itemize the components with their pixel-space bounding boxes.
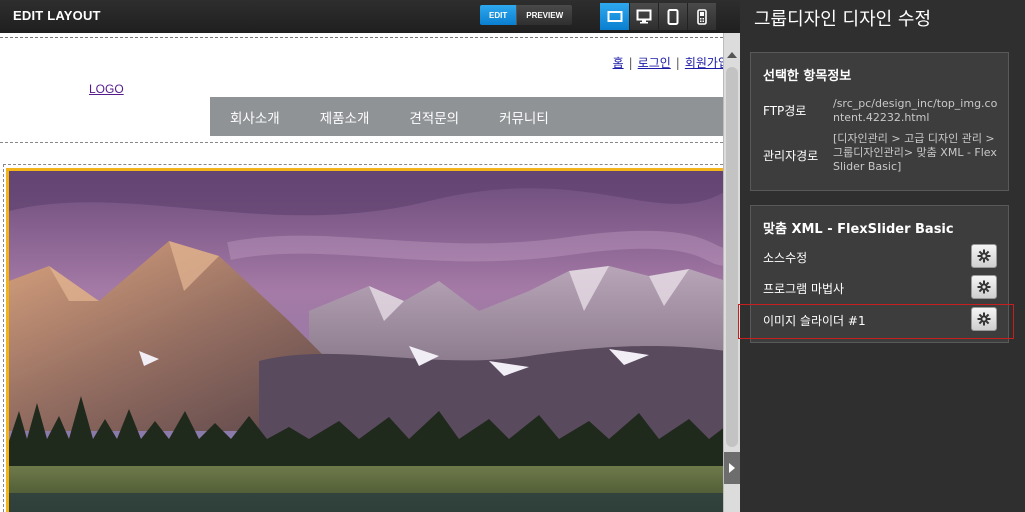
scroll-up-arrow-icon[interactable] bbox=[724, 47, 740, 63]
nav-item-products[interactable]: 제품소개 bbox=[300, 107, 370, 127]
ftp-path-label: FTP경로 bbox=[763, 104, 807, 118]
page-canvas: 홈 | 로그인 | 회원가입 LOGO 회사소개 제품소개 견적문의 커뮤니티 bbox=[0, 33, 723, 512]
mode-switch: EDIT PREVIEW bbox=[480, 5, 573, 25]
site-logo[interactable]: LOGO bbox=[89, 82, 124, 96]
nav-item-community[interactable]: 커뮤니티 bbox=[479, 107, 549, 127]
program-wizard-label: 프로그램 마법사 bbox=[763, 282, 845, 296]
link-separator: | bbox=[675, 56, 680, 70]
link-separator: | bbox=[628, 56, 633, 70]
admin-path-value: [디자인관리 > 고급 디자인 관리 > 그룹디자인관리> 맞춤 XML - F… bbox=[833, 132, 997, 173]
top-links: 홈 | 로그인 | 회원가입 bbox=[613, 54, 723, 71]
mountain-landscape-image bbox=[9, 171, 723, 512]
info-box-title: 선택한 항목정보 bbox=[763, 69, 852, 84]
panel-title: 그룹디자인 디자인 수정 bbox=[754, 9, 932, 30]
monitor-wide-icon[interactable] bbox=[600, 3, 629, 30]
home-link[interactable]: 홈 bbox=[613, 56, 624, 70]
nav-item-company[interactable]: 회사소개 bbox=[210, 107, 280, 127]
source-edit-gear-button[interactable] bbox=[971, 244, 997, 268]
selected-row-highlight bbox=[738, 304, 1014, 339]
desktop-icon[interactable] bbox=[629, 3, 658, 30]
panel-toggle-arrow-icon[interactable] bbox=[724, 452, 740, 484]
site-nav: 회사소개 제품소개 견적문의 커뮤니티 bbox=[210, 97, 723, 136]
gear-icon bbox=[977, 249, 991, 263]
edit-mode-button[interactable]: EDIT bbox=[480, 5, 517, 25]
source-edit-label: 소스수정 bbox=[763, 251, 808, 265]
edit-layout-screen: EDIT LAYOUT EDIT PREVIEW 홈|로그인|회원가입 LOG bbox=[0, 0, 1025, 512]
preview-mode-button[interactable]: PREVIEW bbox=[516, 5, 573, 25]
device-switch bbox=[600, 3, 716, 30]
program-wizard-gear-button[interactable] bbox=[971, 275, 997, 299]
nav-item-quote[interactable]: 견적문의 bbox=[389, 107, 459, 127]
mobile-icon[interactable] bbox=[687, 3, 716, 30]
scroll-thumb[interactable] bbox=[726, 67, 738, 447]
login-link[interactable]: 로그인 bbox=[638, 56, 671, 70]
header-bottom-divider bbox=[0, 142, 723, 143]
design-edit-panel: 그룹디자인 디자인 수정 선택한 항목정보 FTP경로 /src_pc/desi… bbox=[740, 0, 1025, 512]
header-top-divider bbox=[0, 37, 723, 38]
image-slider[interactable] bbox=[6, 168, 723, 512]
editor-title: EDIT LAYOUT bbox=[13, 8, 101, 23]
signup-link[interactable]: 회원가입 bbox=[685, 56, 723, 70]
top-toolbar: EDIT LAYOUT EDIT PREVIEW bbox=[0, 0, 740, 33]
gear-icon bbox=[977, 280, 991, 294]
tablet-icon[interactable] bbox=[658, 3, 687, 30]
ftp-path-value: /src_pc/design_inc/top_img.content.42232… bbox=[833, 97, 998, 124]
selected-item-info-box: 선택한 항목정보 FTP경로 /src_pc/design_inc/top_im… bbox=[750, 52, 1009, 191]
canvas-scrollbar[interactable] bbox=[723, 33, 740, 512]
xml-box-title: 맞춤 XML - FlexSlider Basic bbox=[763, 222, 954, 237]
admin-path-label: 관리자경로 bbox=[763, 149, 819, 163]
